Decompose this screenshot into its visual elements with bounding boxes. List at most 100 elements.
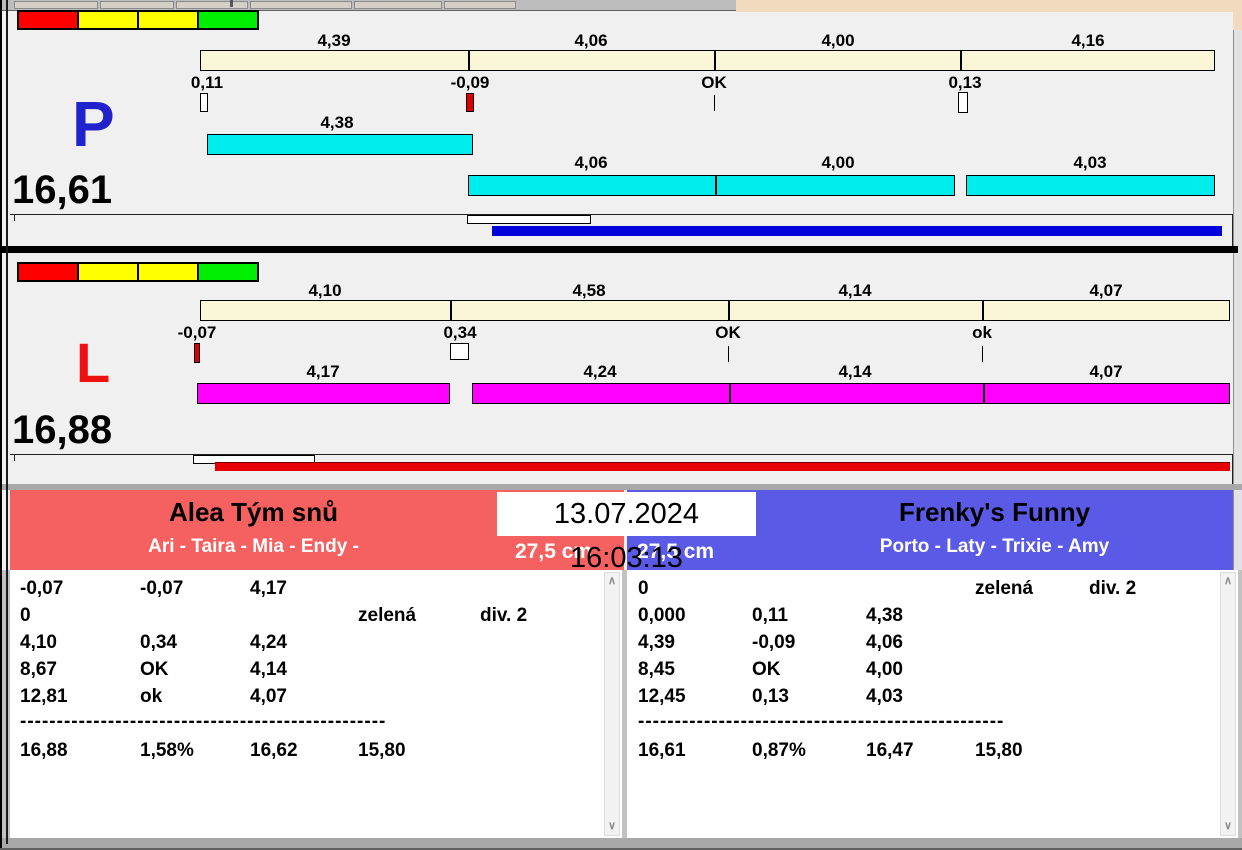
p-split-label-2: 4,06 [574,31,608,50]
l-run-progress-bar [215,462,1230,471]
left-team-name: Alea Tým snů [168,497,339,527]
section-divider [0,246,1238,253]
table-cell: -0,09 [752,632,796,653]
bar-divider [983,383,985,404]
p-split-label-1: 4,39 [317,31,351,50]
p-light-yellow-2 [137,10,199,30]
window-border-left-inner [6,0,8,844]
table-cell: 8,45 [638,659,675,680]
table-cell: 4,00 [866,659,903,680]
scroll-up-icon[interactable]: ∧ [1224,576,1232,587]
table-cell: 4,10 [20,632,57,653]
l-light-yellow-1 [77,262,139,282]
table-cell: ok [140,686,163,707]
p-penalty-mark-red [466,93,474,112]
p-lap-label-4: 4,03 [1073,153,1107,172]
l-light-red [17,262,79,282]
table-cell: div. 2 [1089,578,1137,599]
p-lap-label-2: 4,06 [574,153,608,172]
p-subpanel-right-border [1232,214,1233,246]
l-light-yellow-2 [137,262,199,282]
bar-divider [715,175,717,196]
titlebar-segment[interactable] [354,1,442,9]
p-lap-bar-2 [468,175,955,196]
table-total: 15,80 [358,740,406,761]
l-penalty-tick-2 [982,346,983,362]
table-cell: 4,14 [250,659,287,680]
left-results-scrollbar[interactable]: ∧ ∨ [604,572,620,836]
table-cell: 0,34 [140,632,177,653]
titlebar-segment[interactable] [250,1,352,9]
p-gauge-white [467,215,591,224]
l-penalty-label-3: OK [715,323,741,342]
p-penalty-label-1: 0,11 [190,73,224,92]
p-penalty-mark-white-1 [200,93,208,112]
l-split-label-4: 4,07 [1089,281,1123,300]
l-total-time: 16,88 [12,408,113,452]
l-split-label-1: 4,10 [308,281,342,300]
clock-display: 13.07.2024 16:03:13 [497,492,756,574]
l-run-letter: L [76,331,111,394]
titlebar-segment[interactable] [14,1,98,9]
table-cell: OK [752,659,781,680]
table-total: 16,62 [250,740,298,761]
scroll-up-icon[interactable]: ∧ [608,576,616,587]
bar-divider [450,300,452,321]
p-split-label-3: 4,00 [821,31,855,50]
l-lap-bar-2 [472,383,1230,404]
bar-divider [729,383,731,404]
table-cell: div. 2 [480,605,528,626]
table-separator: ----------------------------------------… [638,711,1005,732]
p-penalty-mark-white-2 [958,92,968,113]
p-light-red [17,10,79,30]
table-cell: 4,39 [638,632,675,653]
left-results-pane[interactable] [10,570,622,838]
table-cell: 0 [20,605,31,626]
p-penalty-label-2: -0,09 [450,73,490,92]
table-cell: zelená [358,605,417,626]
scroll-down-icon[interactable]: ∨ [608,821,616,832]
desktop-background [736,0,1242,12]
table-separator: ----------------------------------------… [20,711,387,732]
l-penalty-label-2: 0,34 [443,323,477,342]
right-results-scrollbar[interactable]: ∧ ∨ [1220,572,1236,836]
table-cell: 4,24 [250,632,287,653]
left-team-members: Ari - Taira - Mia - Endy - [148,536,359,557]
p-lap-bar-1 [207,134,473,155]
l-penalty-label-4: ok [972,323,992,342]
l-split-label-3: 4,14 [838,281,872,300]
p-lap1-label: 4,38 [320,113,354,132]
app-window: P 16,61 4,39 4,06 4,00 4,16 0,11 -0,09 O… [0,0,1242,850]
l-lap-label-4: 4,07 [1089,362,1123,381]
table-cell: 0 [638,578,649,599]
l-subpanel-right-border [1232,454,1233,484]
right-results-pane[interactable] [627,570,1238,838]
table-cell: 12,81 [20,686,68,707]
l-light-green [197,262,259,282]
p-subpanel-border [10,214,1232,215]
window-bottom-strip [0,838,1242,850]
table-cell: 0,11 [752,605,788,626]
scroll-down-icon[interactable]: ∨ [1224,821,1232,832]
l-penalty-mark-white [450,343,469,360]
right-team-members: Porto - Laty - Trixie - Amy [879,536,1110,557]
l-subpanel-tick [14,455,15,461]
titlebar-segment[interactable] [100,1,174,9]
l-penalty-mark-red [194,343,200,363]
bar-divider [728,300,730,321]
bar-divider [960,50,962,71]
table-cell: 4,17 [250,578,287,599]
table-total: 0,87% [752,740,806,761]
table-total: 16,47 [866,740,914,761]
p-lap-label-3: 4,00 [821,153,855,172]
p-split-label-4: 4,16 [1071,31,1105,50]
titlebar-segment[interactable] [444,1,516,9]
p-penalty-tick [714,95,715,111]
table-cell: -0,07 [20,578,64,599]
titlebar-segment[interactable] [176,1,248,9]
table-total: 16,61 [638,740,686,761]
bar-divider [468,50,470,71]
l-lap-label-3: 4,14 [838,362,872,381]
table-cell: 4,03 [866,686,903,707]
bar-divider [982,300,984,321]
